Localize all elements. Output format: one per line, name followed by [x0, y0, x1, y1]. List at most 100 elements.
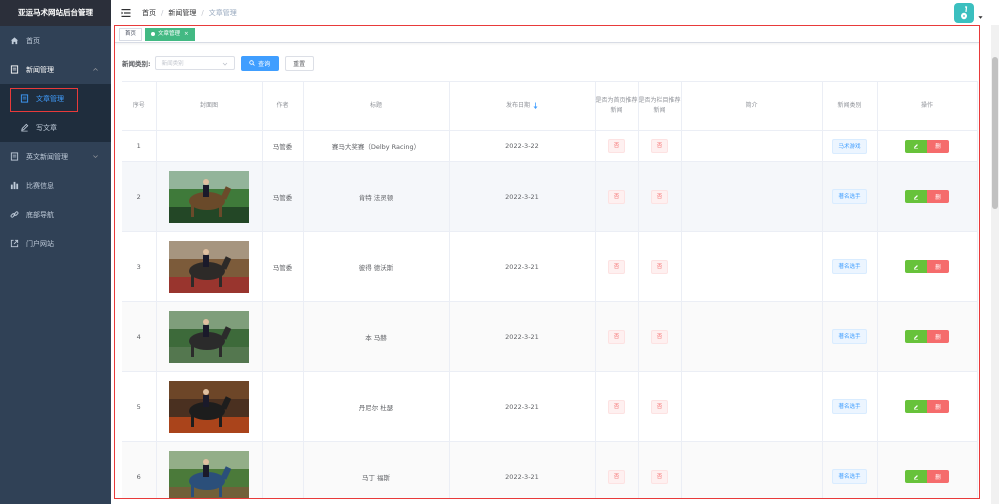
- header-category: 新闻类别: [822, 81, 878, 131]
- table-row[interactable]: 1 马管委 赛马大奖赛（Delby Racing） 2022-3-22 否 否 马术游戏 删: [122, 130, 978, 162]
- cell-home-recommend: 否: [595, 231, 639, 302]
- edit-button[interactable]: [905, 330, 927, 343]
- cover-image[interactable]: [169, 240, 249, 293]
- close-icon[interactable]: ×: [184, 28, 189, 40]
- breadcrumb-home[interactable]: 首页: [142, 8, 156, 18]
- edit-button[interactable]: [905, 260, 927, 273]
- tags-view: 首页 文章管理 ×: [115, 26, 979, 43]
- breadcrumb-separator: /: [201, 8, 204, 17]
- main-content: 首页 文章管理 × 新闻类别: 新闻类别 查询 重置 序号 封面图 作者 标题 …: [114, 25, 980, 499]
- cell-author: [262, 371, 304, 442]
- edit-button[interactable]: [905, 470, 927, 483]
- cover-image[interactable]: [169, 310, 249, 363]
- hamburger-icon[interactable]: [121, 8, 131, 18]
- action-buttons: 删: [905, 260, 949, 273]
- column-recommend-badge: 否: [650, 399, 669, 414]
- cover-image[interactable]: [169, 450, 249, 498]
- sidebar-item-competition-info[interactable]: 比赛信息: [0, 171, 111, 200]
- category-select[interactable]: 新闻类别: [154, 56, 235, 70]
- chevron-down-icon: [93, 155, 98, 159]
- cell-index: 4: [122, 301, 157, 372]
- external-link-icon: [10, 239, 19, 248]
- search-bar: 新闻类别: 新闻类别 查询 重置: [122, 55, 314, 71]
- sidebar-item-write-article[interactable]: 写文章: [0, 113, 111, 142]
- cell-home-recommend: 否: [595, 130, 639, 162]
- cell-title: 赛马大奖赛（Delby Racing）: [303, 130, 450, 162]
- sidebar-item-english-news[interactable]: 英文新闻管理: [0, 142, 111, 171]
- edit-icon: [914, 144, 918, 149]
- reset-button[interactable]: 重置: [284, 55, 314, 71]
- edit-button[interactable]: [905, 400, 927, 413]
- sidebar-item-portal[interactable]: 门户网站: [0, 229, 111, 258]
- cell-actions: 删: [877, 301, 978, 372]
- header-title: 标题: [303, 81, 450, 131]
- cell-home-recommend: 否: [595, 371, 639, 442]
- cell-column-recommend: 否: [638, 441, 682, 498]
- cell-cover: [156, 231, 263, 302]
- tag-article-management[interactable]: 文章管理 ×: [145, 27, 195, 41]
- tag-label: 首页: [125, 31, 137, 37]
- header-column-recommend: 是否为栏目推荐新闻: [638, 81, 682, 131]
- pencil-icon: [20, 123, 29, 132]
- edit-button[interactable]: [905, 139, 927, 153]
- cell-date: 2022-3-21: [449, 371, 596, 442]
- cell-author: 马管委: [262, 161, 304, 232]
- caret-down-icon[interactable]: [978, 15, 983, 20]
- sidebar-item-news-management[interactable]: 新闻管理: [0, 55, 111, 84]
- delete-button[interactable]: 删: [927, 330, 949, 343]
- query-button[interactable]: 查询: [240, 55, 279, 71]
- breadcrumb-news[interactable]: 新闻管理: [168, 8, 196, 18]
- delete-button[interactable]: 删: [927, 139, 949, 153]
- sidebar-item-label: 英文新闻管理: [26, 152, 68, 161]
- action-buttons: 删: [905, 330, 949, 343]
- delete-button[interactable]: 删: [927, 190, 949, 203]
- avatar[interactable]: [954, 3, 974, 23]
- tag-label: 文章管理: [158, 31, 181, 37]
- cell-intro: [681, 371, 823, 442]
- articles-table: 序号 封面图 作者 标题 发布日期 是否为首页推荐新闻 是否为栏目推荐新闻 简介…: [122, 81, 978, 498]
- action-buttons: 删: [905, 400, 949, 413]
- home-icon: [10, 36, 19, 45]
- sort-icon[interactable]: [533, 102, 538, 110]
- category-badge: 著名选手: [832, 189, 867, 204]
- app-root: 亚运马术网站后台管理 首页 新闻管理 文章管理 写文章 英文新闻管理 比赛信息 …: [0, 0, 999, 504]
- vertical-scrollbar[interactable]: [991, 25, 999, 504]
- cell-actions: 删: [877, 161, 978, 232]
- delete-button[interactable]: 删: [927, 400, 949, 413]
- cell-date: 2022-3-21: [449, 161, 596, 232]
- cell-category: 著名选手: [822, 441, 878, 498]
- delete-button[interactable]: 删: [927, 470, 949, 483]
- bar-chart-icon: [10, 181, 19, 190]
- edit-icon: [914, 194, 918, 200]
- active-dot-icon: [151, 32, 156, 36]
- tag-home[interactable]: 首页: [119, 27, 143, 41]
- sidebar-item-home[interactable]: 首页: [0, 26, 111, 55]
- table-row[interactable]: 3 马管委 彼得 德沃斯 2022-3-21 否 否 著名选手 删: [122, 231, 978, 302]
- cell-intro: [681, 161, 823, 232]
- cell-category: 著名选手: [822, 301, 878, 372]
- cell-home-recommend: 否: [595, 301, 639, 372]
- cover-image[interactable]: [169, 170, 249, 223]
- home-recommend-badge: 否: [607, 259, 626, 274]
- delete-button[interactable]: 删: [927, 260, 949, 273]
- cover-image[interactable]: [169, 380, 249, 433]
- table-row[interactable]: 2 马管委 肯特 法灵顿 2022-3-21 否 否 著名选手 删: [122, 161, 978, 232]
- category-badge: 著名选手: [832, 399, 867, 414]
- edit-icon: [914, 404, 918, 410]
- cell-intro: [681, 441, 823, 498]
- table-row[interactable]: 6 马丁 福斯 2022-3-21 否 否 著名选手 删: [122, 441, 978, 498]
- table-row[interactable]: 4 本 马赫 2022-3-21 否 否 著名选手 删: [122, 301, 978, 372]
- header-date[interactable]: 发布日期: [449, 81, 596, 131]
- cell-category: 马术游戏: [822, 130, 878, 162]
- cell-title: 彼得 德沃斯: [303, 231, 450, 302]
- edit-button[interactable]: [905, 190, 927, 203]
- cell-home-recommend: 否: [595, 161, 639, 232]
- table-row[interactable]: 5 丹尼尔 杜瑟 2022-3-21 否 否 著名选手 删: [122, 371, 978, 442]
- category-badge: 著名选手: [832, 259, 867, 274]
- category-badge: 著名选手: [832, 469, 867, 484]
- scrollbar-thumb[interactable]: [992, 57, 998, 209]
- sidebar-item-footer-nav[interactable]: 底部导航: [0, 200, 111, 229]
- reset-button-label: 重置: [293, 60, 306, 68]
- header-cover: 封面图: [156, 81, 263, 131]
- cell-cover: [156, 301, 263, 372]
